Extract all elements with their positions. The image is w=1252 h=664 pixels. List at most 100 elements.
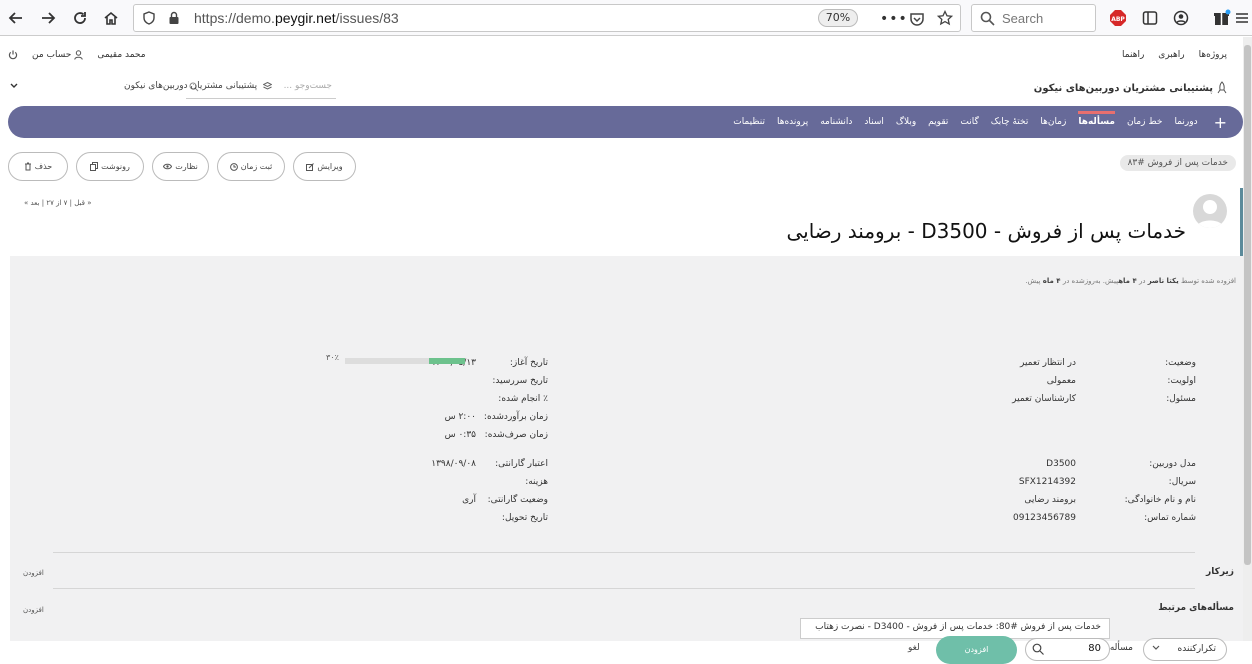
nav-item[interactable]: اسناد <box>864 117 884 127</box>
breadcrumb[interactable]: خدمات پس از فروش #۸۳ <box>1119 155 1236 171</box>
new-item-plus-icon[interactable]: + <box>1214 113 1227 132</box>
edit-icon <box>306 162 315 171</box>
meta-mid-text: پیش. به‌روزشده در <box>1062 277 1119 285</box>
attribute-value: ۲:۰۰ س <box>444 412 476 422</box>
shield-icon[interactable] <box>142 11 156 25</box>
relation-issue-value: 80 <box>1088 643 1101 654</box>
divider <box>53 588 1195 589</box>
created-ago-link[interactable]: ۴ ماه <box>1118 277 1137 285</box>
search-icon <box>980 11 995 26</box>
browser-search-box[interactable]: Search <box>971 4 1096 32</box>
reader-sidebar-icon[interactable] <box>1138 6 1162 30</box>
lock-icon[interactable] <box>168 11 180 25</box>
watch-label: نظارت <box>175 162 198 171</box>
meta-end-text: پیش. <box>1025 277 1041 285</box>
nav-item[interactable]: خط زمان <box>1127 117 1163 127</box>
top-menu-admin[interactable]: راهبری <box>1158 50 1184 60</box>
attribute-label: اولویت: <box>1167 376 1196 386</box>
page-actions-icon[interactable]: ••• <box>880 11 908 27</box>
issue-meta-line: افزوده شده توسط یکتا ناصر در ۴ ماهپیش. ب… <box>1025 277 1236 285</box>
nav-item[interactable]: دانشنامه <box>820 117 852 127</box>
nav-item[interactable]: دورنما <box>1174 117 1197 127</box>
adblock-icon[interactable]: ABP <box>1106 6 1130 30</box>
browser-toolbar: https://demo.peygir.net/issues/83 70% ••… <box>0 0 1252 36</box>
nav-item[interactable]: پرونده‌ها <box>777 117 808 127</box>
scrollbar-thumb[interactable] <box>1244 45 1251 565</box>
app-page: پروژه‌ها راهبری راهنما محمد مقیمی حساب م… <box>0 37 1243 664</box>
url-domain: peygir.net <box>274 10 336 26</box>
url-bar[interactable]: https://demo.peygir.net/issues/83 70% ••… <box>133 4 961 32</box>
project-jump-select[interactable]: پشتیبانی مشتریان دوربین‌های نیکون <box>10 81 273 91</box>
updated-ago-link[interactable]: ۴ ماه <box>1043 277 1061 285</box>
author-link[interactable]: یکتا ناصر <box>1148 277 1179 285</box>
account-icon[interactable] <box>1169 6 1193 30</box>
attribute-label: شماره تماس: <box>1144 513 1196 523</box>
nav-item[interactable]: تنظیمات <box>733 117 765 127</box>
subtasks-title: زیرکار <box>1206 567 1234 577</box>
divider <box>53 552 1195 553</box>
delete-button[interactable]: حذف <box>8 152 68 181</box>
relation-type-select[interactable]: تکرارکننده <box>1143 638 1227 661</box>
user-name-link[interactable]: محمد مقیمی <box>97 50 145 60</box>
rocket-logo-icon <box>1217 81 1227 94</box>
url-text[interactable]: https://demo.peygir.net/issues/83 <box>194 10 399 26</box>
done-ratio-fill <box>429 358 465 364</box>
trash-icon <box>24 162 31 171</box>
top-menu-help[interactable]: راهنما <box>1122 50 1144 60</box>
attribute-label: مسئول: <box>1166 394 1196 404</box>
watch-button[interactable]: نظارت <box>152 152 209 181</box>
my-account-label: حساب من <box>32 50 72 60</box>
copy-button[interactable]: رونوشت <box>76 152 144 181</box>
my-account-link[interactable]: حساب من <box>32 50 84 60</box>
attribute-label: اعتبار گارانتی: <box>495 459 548 469</box>
nav-item[interactable]: مسأله‌ها <box>1078 111 1115 127</box>
layers-icon <box>263 82 273 90</box>
log-time-button[interactable]: ثبت زمان <box>217 152 285 181</box>
nav-item[interactable]: گانت <box>960 117 978 127</box>
logout-power-icon[interactable] <box>8 50 18 60</box>
attribute-value: ۰:۳۵ س <box>444 430 476 440</box>
eye-icon <box>163 163 173 170</box>
menu-icon[interactable] <box>1233 6 1251 30</box>
add-relation-link[interactable]: افزودن <box>23 606 44 614</box>
browser-search-placeholder: Search <box>1002 11 1044 26</box>
add-subtask-link[interactable]: افزودن <box>23 569 44 577</box>
copy-label: رونوشت <box>101 162 130 171</box>
attribute-label: سریال: <box>1168 477 1196 487</box>
home-icon[interactable] <box>99 6 123 30</box>
attribute-value: کارشناسان تعمیر <box>1012 394 1076 404</box>
attribute-label: تاریخ تحویل: <box>501 513 548 523</box>
nav-item[interactable]: وبلاگ <box>896 117 916 127</box>
pocket-icon[interactable] <box>909 11 925 27</box>
issue-title: خدمات پس از فروش - D3500 - برومند رضایی <box>786 219 1186 243</box>
forward-arrow-icon[interactable] <box>36 6 60 30</box>
attribute-value: D3500 <box>1046 459 1076 469</box>
add-relation-button[interactable]: افزودن <box>936 636 1017 664</box>
relations-title: مسأله‌های مرتبط <box>1158 603 1234 613</box>
cancel-relation-link[interactable]: لغو <box>908 643 920 653</box>
bookmark-star-icon[interactable] <box>937 10 953 26</box>
project-title[interactable]: پشتیبانی مشتریان دوربین‌های نیکون <box>1034 81 1227 95</box>
top-menu-projects[interactable]: پروژه‌ها <box>1199 50 1227 60</box>
nav-item[interactable]: تقویم <box>928 117 948 127</box>
chevron-down-icon <box>1152 645 1160 650</box>
extensions-gift-icon[interactable] <box>1210 6 1234 30</box>
issue-pager[interactable]: « قبل | ۷ از ۲۷ | بعد » <box>24 199 91 207</box>
adblock-label: ABP <box>1111 16 1125 23</box>
attribute-value: در انتظار تعمیر <box>1020 358 1076 368</box>
back-arrow-icon[interactable] <box>4 6 28 30</box>
attribute-label: هزینه: <box>525 477 548 487</box>
account-menu: محمد مقیمی حساب من <box>8 50 146 60</box>
relation-issue-input[interactable]: 80 <box>1025 638 1110 661</box>
page-scrollbar[interactable] <box>1243 37 1252 641</box>
reload-icon[interactable] <box>68 6 92 30</box>
nav-item[interactable]: زمان‌ها <box>1040 117 1066 127</box>
delete-label: حذف <box>34 162 53 171</box>
attribute-label: مدل دوربین: <box>1149 459 1196 469</box>
nav-item[interactable]: تختهٔ چابک <box>991 117 1029 127</box>
attribute-value: معمولی <box>1046 376 1076 386</box>
attribute-label: زمان صرف‌شده: <box>484 430 548 440</box>
copy-icon <box>90 162 99 171</box>
edit-button[interactable]: ویرایش <box>293 152 356 181</box>
zoom-level-badge[interactable]: 70% <box>818 9 858 27</box>
